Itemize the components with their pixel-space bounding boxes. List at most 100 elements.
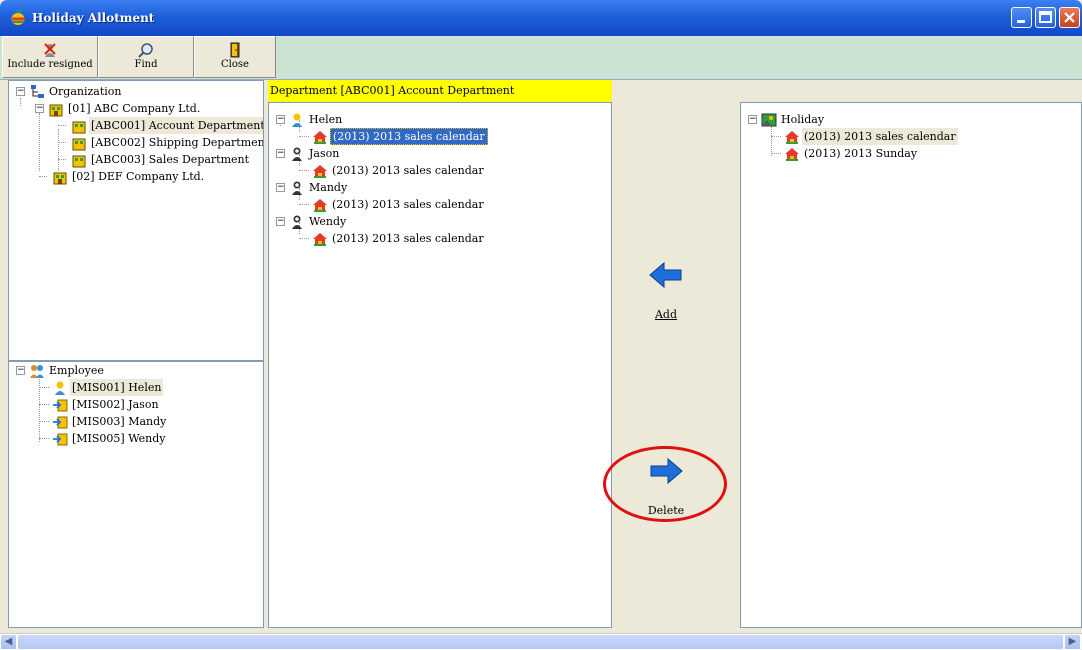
person-label: Jason	[309, 147, 340, 160]
employee-dark-icon	[292, 181, 302, 195]
close-label: Close	[221, 59, 249, 70]
find-button[interactable]: Find	[98, 36, 194, 78]
holiday-label: (2013) 2013 Sunday	[804, 147, 918, 160]
holiday-tree[interactable]: − Holiday (2013) 2013 sales calendar (20…	[740, 102, 1082, 628]
collapse-toggle[interactable]: −	[16, 366, 25, 375]
holiday-house-icon	[313, 199, 327, 212]
calendar-label: (2013) 2013 sales calendar	[330, 128, 488, 145]
collapse-toggle[interactable]: −	[276, 149, 285, 158]
employee-move-icon	[53, 433, 68, 446]
calendar-node[interactable]: (2013) 2013 sales calendar	[269, 162, 609, 179]
annotation-circle	[603, 446, 727, 522]
close-icon	[1064, 12, 1075, 23]
scroll-left-button[interactable]: ◀	[0, 634, 17, 650]
company-label: [02] DEF Company Ltd.	[72, 170, 205, 183]
employee-dark-icon	[292, 147, 302, 161]
employee-move-icon	[53, 416, 68, 429]
organization-tree[interactable]: − Organization − [01] ABC Company Ltd. […	[8, 80, 264, 361]
employee-label: [MIS003] Mandy	[72, 415, 167, 428]
holiday-picture-icon	[761, 113, 777, 127]
calendar-node[interactable]: (2013) 2013 sales calendar	[269, 128, 609, 145]
collapse-toggle[interactable]: −	[35, 104, 44, 113]
action-panel: Add Delete	[612, 80, 740, 628]
person-label: Helen	[309, 113, 343, 126]
people-group-icon	[30, 365, 44, 378]
holiday-house-icon	[313, 233, 327, 246]
employee-item[interactable]: [MIS001] Helen	[9, 379, 259, 396]
person-node[interactable]: − Helen	[269, 111, 609, 128]
door-exit-icon	[230, 42, 240, 58]
search-icon	[138, 43, 153, 58]
add-label: Add	[654, 308, 678, 321]
employee-dark-icon	[292, 215, 302, 229]
holiday-item[interactable]: (2013) 2013 Sunday	[741, 145, 1077, 162]
calendar-node[interactable]: (2013) 2013 sales calendar	[269, 196, 609, 213]
tree-node-department-abc002[interactable]: [ABC002] Shipping Department	[9, 134, 263, 151]
collapse-toggle[interactable]: −	[276, 183, 285, 192]
tree-node-employee-root[interactable]: − Employee	[9, 362, 259, 379]
tree-node-holiday-root[interactable]: − Holiday	[741, 111, 1077, 128]
arrow-left-icon	[649, 261, 682, 289]
scroll-thumb[interactable]	[17, 634, 1064, 650]
org-chart-icon	[31, 85, 44, 98]
minimize-button[interactable]	[1011, 7, 1032, 28]
tree-node-company-01[interactable]: − [01] ABC Company Ltd.	[9, 100, 259, 117]
person-node[interactable]: − Wendy	[269, 213, 609, 230]
find-label: Find	[134, 59, 158, 70]
close-button[interactable]: Close	[194, 36, 276, 78]
close-window-button[interactable]	[1059, 7, 1080, 28]
employee-icon	[292, 113, 302, 127]
collapse-toggle[interactable]: −	[748, 115, 757, 124]
horizontal-scrollbar[interactable]: ◀ ▶	[0, 633, 1082, 650]
employee-root-label: Employee	[49, 364, 104, 377]
tree-node-company-02[interactable]: [02] DEF Company Ltd.	[9, 168, 259, 185]
collapse-toggle[interactable]: −	[276, 115, 285, 124]
collapse-toggle[interactable]: −	[16, 87, 25, 96]
include-resigned-label: Include resigned	[7, 59, 93, 70]
company-icon	[53, 172, 67, 185]
employee-item[interactable]: [MIS002] Jason	[9, 396, 259, 413]
toolbar: Include resigned Find Close	[0, 36, 1082, 80]
department-label: [ABC002] Shipping Department	[91, 136, 264, 149]
tree-node-department-abc001[interactable]: [ABC001] Account Department	[9, 117, 263, 134]
company-icon	[49, 104, 63, 117]
holiday-label: (2013) 2013 sales calendar	[802, 128, 958, 145]
minimize-icon	[1017, 20, 1025, 23]
employee-label: [MIS001] Helen	[70, 379, 164, 396]
holiday-root-label: Holiday	[781, 113, 825, 126]
employee-move-icon	[53, 399, 68, 412]
window-title: Holiday Allotment	[32, 11, 155, 25]
app-icon	[11, 10, 25, 25]
collapse-toggle[interactable]: −	[276, 217, 285, 226]
scroll-right-button[interactable]: ▶	[1064, 634, 1081, 650]
maximize-icon	[1039, 11, 1052, 23]
employee-item[interactable]: [MIS003] Mandy	[9, 413, 259, 430]
department-icon	[72, 155, 86, 168]
tree-node-department-abc003[interactable]: [ABC003] Sales Department	[9, 151, 259, 168]
department-icon	[72, 121, 86, 134]
include-resigned-button[interactable]: Include resigned	[2, 36, 98, 78]
company-label: [01] ABC Company Ltd.	[68, 102, 201, 115]
calendar-node[interactable]: (2013) 2013 sales calendar	[269, 230, 609, 247]
employee-label: [MIS002] Jason	[72, 398, 159, 411]
department-label: [ABC001] Account Department	[89, 117, 263, 134]
person-node[interactable]: − Mandy	[269, 179, 609, 196]
holiday-item[interactable]: (2013) 2013 sales calendar	[741, 128, 1077, 145]
department-assignment-tree[interactable]: − Helen (2013) 2013 sales calendar − Jas…	[268, 102, 612, 628]
employee-item[interactable]: [MIS005] Wendy	[9, 430, 259, 447]
person-node[interactable]: − Jason	[269, 145, 609, 162]
calendar-label: (2013) 2013 sales calendar	[332, 198, 484, 211]
employee-icon	[55, 381, 65, 395]
holiday-house-icon	[785, 148, 799, 161]
employee-label: [MIS005] Wendy	[72, 432, 166, 445]
calendar-label: (2013) 2013 sales calendar	[332, 164, 484, 177]
tree-node-organization[interactable]: − Organization	[9, 83, 259, 100]
holiday-house-icon	[313, 131, 327, 144]
employee-tree[interactable]: − Employee [MIS001] Helen [MIS002] Jason…	[8, 361, 264, 628]
add-button[interactable]: Add	[636, 260, 696, 321]
department-icon	[72, 138, 86, 151]
holiday-house-icon	[313, 165, 327, 178]
maximize-button[interactable]	[1035, 7, 1056, 28]
person-label: Wendy	[309, 215, 347, 228]
holiday-house-icon	[785, 131, 799, 144]
